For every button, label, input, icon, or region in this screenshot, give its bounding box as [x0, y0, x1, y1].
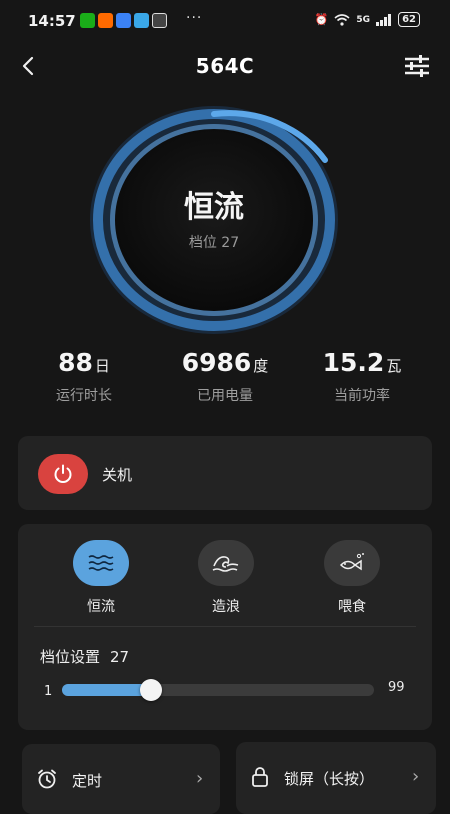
stat-unit: 日 [94, 357, 110, 375]
power-icon [54, 464, 72, 483]
alarm-clock-icon [38, 769, 56, 789]
stat-value: 15.2 [322, 348, 385, 377]
gear-setting-header: 档位设置 27 [40, 646, 129, 667]
chevron-right-icon: › [412, 766, 420, 787]
dial-mode-label: 恒流 [184, 190, 244, 225]
slider-max-label: 99 [388, 680, 405, 695]
lock-screen-card[interactable]: 锁屏（长按） › [236, 742, 436, 814]
stat-value: 88 [58, 348, 93, 377]
taobao-icon [98, 13, 113, 28]
mode-icon-bg [324, 540, 380, 586]
gear-slider-thumb[interactable] [140, 679, 162, 701]
stat-value: 6986 [181, 348, 252, 377]
settings-button[interactable] [402, 52, 432, 80]
mode-wave-maker[interactable]: 造浪 [176, 540, 276, 616]
lock-icon [252, 767, 268, 787]
battery-icon: 62 [398, 12, 420, 27]
dial-gear-label: 档位 27 [188, 235, 240, 251]
notification-icons [80, 13, 167, 28]
gear-slider-fill [62, 684, 151, 696]
sliders-icon [405, 55, 429, 77]
stat-unit: 瓦 [386, 357, 402, 375]
power-card: 关机 [18, 436, 432, 510]
stat-unit: 度 [253, 357, 269, 375]
wave-lines-icon [88, 555, 114, 571]
gear-slider[interactable] [62, 679, 374, 701]
eye-icon [152, 13, 167, 28]
gear-setting-title: 档位设置 [40, 648, 101, 666]
page-title: 564C [195, 54, 255, 78]
power-button[interactable] [38, 454, 88, 494]
alarm-icon: ⏰ [314, 13, 329, 26]
divider [34, 626, 416, 627]
network-type: 5G [356, 14, 371, 25]
timer-card[interactable]: 定时 › [22, 744, 220, 814]
mode-feeding[interactable]: 喂食 [302, 540, 402, 616]
stat-power: 15.2 瓦 当前功率 [292, 348, 432, 405]
app-lightblue-icon [134, 13, 149, 28]
mode-label: 喂食 [338, 599, 366, 615]
wifi-icon [334, 13, 350, 26]
stat-label: 当前功率 [334, 388, 390, 404]
lock-screen-label: 锁屏（长按） [284, 770, 375, 788]
stat-label: 运行时长 [56, 388, 112, 404]
status-time: 14:57 [28, 12, 76, 30]
signal-icon [376, 13, 392, 26]
app-header: 564C [0, 44, 450, 88]
power-label: 关机 [102, 466, 133, 484]
ocean-wave-icon [212, 556, 239, 572]
stat-energy: 6986 度 已用电量 [155, 348, 295, 405]
mode-constant-flow[interactable]: 恒流 [51, 540, 151, 616]
mode-card: 恒流 造浪 喂食 档位设置 27 1 99 [18, 524, 432, 730]
mode-icon-bg [198, 540, 254, 586]
mode-dial: 恒流 档位 27 [89, 104, 339, 336]
status-right: ⏰ 5G 62 [315, 12, 420, 27]
stat-label: 已用电量 [197, 388, 253, 404]
gear-setting-value: 27 [110, 648, 130, 666]
app-blue-icon [116, 13, 131, 28]
more-notifications-icon: ··· [186, 10, 203, 26]
wechat-icon [80, 13, 95, 28]
timer-label: 定时 [72, 772, 103, 790]
mode-icon-bg [73, 540, 129, 586]
chevron-right-icon: › [196, 768, 204, 789]
mode-label: 恒流 [87, 599, 115, 615]
slider-min-label: 1 [44, 684, 53, 699]
fish-icon [339, 553, 364, 571]
stat-runtime: 88 日 运行时长 [14, 348, 154, 405]
mode-label: 造浪 [212, 599, 240, 615]
stats-row: 88 日 运行时长 6986 度 已用电量 15.2 瓦 当前功率 [0, 348, 450, 418]
status-bar: 14:57 ··· ⏰ 5G 62 [0, 0, 450, 44]
